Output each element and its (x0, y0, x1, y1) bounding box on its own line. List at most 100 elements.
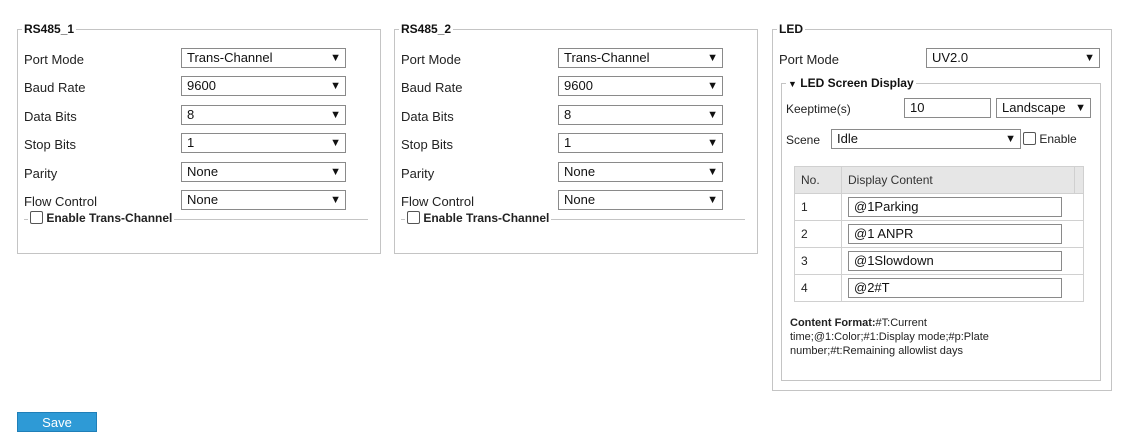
enable-trans-channel[interactable]: Enable Trans-Channel (28, 211, 175, 225)
port-mode-row: Port Mode Trans-Channel ▼ (24, 48, 374, 70)
led-port-mode-select[interactable]: UV2.0 ▼ (926, 48, 1100, 68)
content-value: @2#T (854, 280, 890, 295)
chevron-down-icon: ▼ (330, 137, 341, 149)
baud-rate-value: 9600 (187, 78, 216, 93)
chevron-down-icon: ▼ (330, 52, 341, 64)
chevron-down-icon: ▼ (330, 194, 341, 206)
stop-bits-value: 1 (564, 135, 572, 150)
enable-trans-channel-label: Enable Trans-Channel (423, 211, 550, 225)
stop-bits-label: Stop Bits (401, 137, 454, 152)
data-bits-row: Data Bits 8 ▼ (401, 105, 751, 127)
display-content-table: No. Display Content 1 @1Parking 2 @1 ANP… (794, 166, 1084, 302)
flow-control-select[interactable]: None ▼ (181, 190, 346, 210)
chevron-down-icon: ▼ (1084, 52, 1095, 64)
baud-rate-select[interactable]: 9600 ▼ (558, 76, 723, 96)
row-content-cell: @1Parking (841, 193, 1084, 221)
parity-select[interactable]: None ▼ (181, 162, 346, 182)
flow-control-label: Flow Control (401, 194, 474, 209)
port-mode-label: Port Mode (24, 52, 84, 67)
chevron-down-icon: ▼ (707, 166, 718, 178)
row-number: 2 (794, 220, 842, 248)
data-bits-select[interactable]: 8 ▼ (181, 105, 346, 125)
parity-value: None (564, 164, 596, 179)
chevron-down-icon: ▼ (330, 166, 341, 178)
content-value: @1 ANPR (854, 226, 914, 241)
row-content-cell: @2#T (841, 274, 1084, 302)
led-screen-display-toggle[interactable]: ▼ LED Screen Display (786, 76, 916, 90)
parity-label: Parity (24, 166, 58, 181)
rs485-1-title: RS485_1 (22, 22, 77, 36)
content-format-text-3: number;#t:Remaining allowlist days (790, 345, 964, 357)
data-bits-label: Data Bits (24, 109, 77, 124)
baud-rate-label: Baud Rate (401, 80, 463, 95)
port-mode-label: Port Mode (401, 52, 461, 67)
port-mode-value: Trans-Channel (564, 50, 650, 65)
save-button[interactable]: Save (17, 412, 97, 432)
chevron-down-icon: ▼ (1075, 102, 1086, 114)
content-format-text-2: time;@1:Color;#1:Display mode;#p:Plate (790, 331, 989, 343)
rs485-2-panel: RS485_2 Port Mode Trans-Channel ▼ Baud R… (394, 22, 758, 254)
data-bits-value: 8 (187, 107, 195, 122)
scene-select[interactable]: Idle ▼ (831, 129, 1021, 149)
table-row: 3 @1Slowdown (794, 247, 1084, 275)
rs485-1-panel: RS485_1 Port Mode Trans-Channel ▼ Baud R… (17, 22, 381, 254)
chevron-down-icon: ▼ (707, 194, 718, 206)
chevron-down-icon: ▼ (1005, 133, 1016, 145)
keeptime-row: Keeptime(s) 10 Landscape ▼ (786, 98, 1096, 120)
data-bits-select[interactable]: 8 ▼ (558, 105, 723, 125)
stop-bits-row: Stop Bits 1 ▼ (401, 133, 751, 155)
flow-control-label: Flow Control (24, 194, 97, 209)
enable-trans-channel[interactable]: Enable Trans-Channel (405, 211, 552, 225)
checkbox-icon[interactable] (1023, 132, 1036, 145)
content-input[interactable]: @1 ANPR (848, 224, 1062, 244)
flow-control-row: Flow Control None ▼ (24, 190, 374, 212)
port-mode-value: Trans-Channel (187, 50, 273, 65)
parity-label: Parity (401, 166, 435, 181)
row-content-cell: @1Slowdown (841, 247, 1084, 275)
rs485-2-title: RS485_2 (399, 22, 454, 36)
row-number: 3 (794, 247, 842, 275)
baud-rate-select[interactable]: 9600 ▼ (181, 76, 346, 96)
parity-row: Parity None ▼ (401, 162, 751, 184)
data-bits-label: Data Bits (401, 109, 454, 124)
port-mode-row: Port Mode Trans-Channel ▼ (401, 48, 751, 70)
content-format-text-1: #T:Current (875, 317, 927, 329)
stop-bits-value: 1 (187, 135, 195, 150)
baud-rate-label: Baud Rate (24, 80, 86, 95)
content-input[interactable]: @1Slowdown (848, 251, 1062, 271)
scene-enable[interactable]: Enable (1023, 132, 1077, 146)
stop-bits-select[interactable]: 1 ▼ (181, 133, 346, 153)
table-header-no: No. (794, 166, 842, 194)
chevron-down-icon: ▼ (330, 80, 341, 92)
keeptime-input[interactable]: 10 (904, 98, 991, 118)
port-mode-select[interactable]: Trans-Channel ▼ (181, 48, 346, 68)
chevron-down-icon: ▼ (330, 109, 341, 121)
flow-control-value: None (564, 192, 596, 207)
data-bits-value: 8 (564, 107, 572, 122)
baud-rate-value: 9600 (564, 78, 593, 93)
chevron-down-icon: ▼ (707, 137, 718, 149)
checkbox-icon[interactable] (407, 211, 420, 224)
scene-label: Scene (786, 133, 821, 147)
baud-rate-row: Baud Rate 9600 ▼ (401, 76, 751, 98)
led-title: LED (777, 22, 805, 36)
flow-control-select[interactable]: None ▼ (558, 190, 723, 210)
parity-row: Parity None ▼ (24, 162, 374, 184)
chevron-down-icon: ▼ (707, 109, 718, 121)
orientation-select[interactable]: Landscape ▼ (996, 98, 1091, 118)
table-row: 1 @1Parking (794, 193, 1084, 221)
content-format-note: Content Format:#T:Current time;@1:Color;… (790, 316, 1090, 358)
stop-bits-select[interactable]: 1 ▼ (558, 133, 723, 153)
triangle-down-icon: ▼ (788, 79, 797, 89)
parity-select[interactable]: None ▼ (558, 162, 723, 182)
chevron-down-icon: ▼ (707, 80, 718, 92)
row-number: 4 (794, 274, 842, 302)
data-bits-row: Data Bits 8 ▼ (24, 105, 374, 127)
table-header-content: Display Content (841, 166, 1075, 194)
checkbox-icon[interactable] (30, 211, 43, 224)
content-input[interactable]: @2#T (848, 278, 1062, 298)
content-input[interactable]: @1Parking (848, 197, 1062, 217)
led-panel: LED Port Mode UV2.0 ▼ ▼ LED Screen Displ… (772, 22, 1112, 391)
content-value: @1Slowdown (854, 253, 934, 268)
port-mode-select[interactable]: Trans-Channel ▼ (558, 48, 723, 68)
